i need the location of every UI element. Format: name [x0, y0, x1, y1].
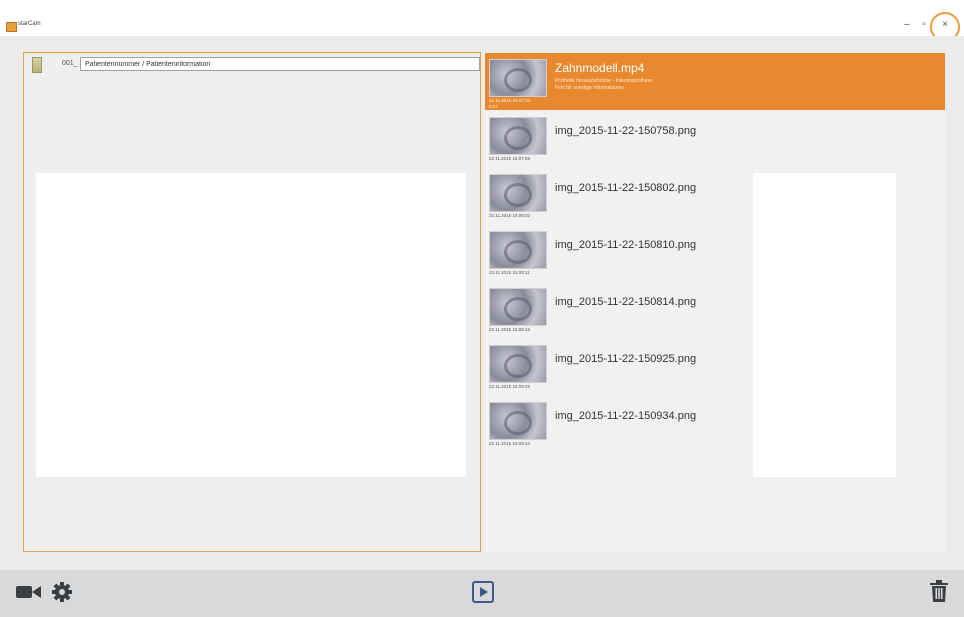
media-item[interactable]: 22.11.2015 15:08:11 img_2015-11-22-15081… — [485, 225, 945, 282]
media-item[interactable]: 22.11.2015 15:08:02 img_2015-11-22-15080… — [485, 168, 945, 225]
media-date: 22.11.2015 15:08:15 — [489, 327, 530, 332]
media-date: 22.11.2015 15:09:25 — [489, 384, 530, 389]
play-icon[interactable] — [472, 581, 494, 603]
patient-info-input[interactable] — [80, 57, 480, 71]
media-filename: img_2015-11-22-150758.png — [555, 125, 697, 137]
title-bar: starCam – ▫ × — [0, 0, 964, 36]
media-item[interactable]: 22.11.2015 15:07:59 img_2015-11-22-15075… — [485, 111, 945, 168]
media-date: 22.11.2015 15:07:59 — [489, 156, 530, 161]
media-duration: 0:27 — [489, 104, 498, 109]
media-filename: img_2015-11-22-150934.png — [555, 410, 697, 422]
media-thumbnail — [489, 288, 547, 326]
media-date: 22.11.2015 15:08:02 — [489, 213, 530, 218]
media-filename: img_2015-11-22-150925.png — [555, 353, 697, 365]
preview-area — [36, 173, 466, 477]
gear-icon[interactable] — [52, 582, 72, 602]
media-item[interactable]: 22.11.2015 15:08:15 img_2015-11-22-15081… — [485, 282, 945, 339]
patient-folder-icon — [32, 57, 42, 73]
app-title: starCam — [18, 21, 41, 27]
patient-row: 001_ — [32, 57, 480, 73]
media-note: Feld für sonstige Informationen — [555, 85, 624, 91]
media-thumbnail — [489, 345, 547, 383]
patient-number: 001_ — [62, 60, 78, 67]
media-filename: Zahnmodell.mp4 — [555, 61, 645, 75]
media-thumbnail — [489, 117, 547, 155]
media-thumbnail — [489, 402, 547, 440]
bottom-toolbar — [0, 570, 964, 617]
media-item[interactable]: 22.11.2015 15:09:25 img_2015-11-22-15092… — [485, 339, 945, 396]
media-date: 22.11.2015 15:09:34 — [489, 441, 530, 446]
media-item[interactable]: 22.11.2015 15:09:34 img_2015-11-22-15093… — [485, 396, 945, 453]
trash-icon[interactable] — [930, 580, 948, 602]
video-camera-icon[interactable] — [16, 583, 42, 601]
app-icon — [6, 22, 17, 32]
media-filename: img_2015-11-22-150802.png — [555, 182, 697, 194]
media-description: Prothetik herausnehmbar - Interimsprothe… — [555, 78, 653, 84]
media-date: 22.11.2015 15:08:11 — [489, 270, 530, 275]
media-filename: img_2015-11-22-150814.png — [555, 296, 697, 308]
media-filename: img_2015-11-22-150810.png — [555, 239, 697, 251]
media-date: 22.11.2015 15:07:04 — [489, 98, 530, 103]
media-thumbnail — [489, 231, 547, 269]
media-thumbnail — [489, 59, 547, 97]
media-thumbnail — [489, 174, 547, 212]
media-item-video[interactable]: 22.11.2015 15:07:04 0:27 Zahnmodell.mp4 … — [485, 53, 945, 110]
